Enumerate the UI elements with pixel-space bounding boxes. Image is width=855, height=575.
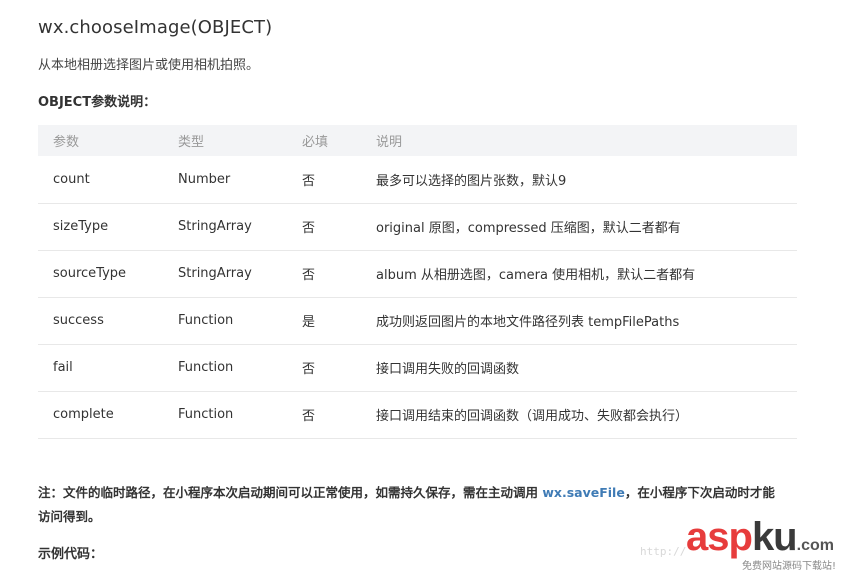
table-row: fail Function 否 接口调用失败的回调函数 <box>38 344 797 392</box>
watermark-url: http:// <box>640 545 687 558</box>
param-description: 接口调用失败的回调函数 <box>376 344 797 392</box>
doc-page: wx.chooseImage(OBJECT) 从本地相册选择图片或使用相机拍照。… <box>0 0 855 575</box>
watermark-logo-ku: ku <box>751 515 798 559</box>
param-required: 否 <box>302 156 376 204</box>
param-description: 成功则返回图片的本地文件路径列表 tempFilePaths <box>376 297 797 345</box>
param-name: success <box>38 297 178 345</box>
param-required: 是 <box>302 297 376 345</box>
param-type: Function <box>178 344 302 392</box>
api-title: wx.chooseImage(OBJECT) <box>38 17 273 38</box>
table-row: count Number 否 最多可以选择的图片张数，默认9 <box>38 156 797 204</box>
table-row: sourceType StringArray 否 album 从相册选图，cam… <box>38 250 797 298</box>
param-name: complete <box>38 391 178 439</box>
param-type: StringArray <box>178 203 302 251</box>
param-name: sizeType <box>38 203 178 251</box>
param-description: 接口调用结束的回调函数（调用成功、失败都会执行） <box>376 391 797 439</box>
param-description: album 从相册选图，camera 使用相机，默认二者都有 <box>376 250 797 298</box>
header-param: 参数 <box>53 135 80 150</box>
note-text-before: 注：文件的临时路径，在小程序本次启动期间可以正常使用，如需持久保存，需在主动调用 <box>38 485 543 500</box>
save-file-link[interactable]: wx.saveFile <box>542 485 624 500</box>
header-description: 说明 <box>376 135 403 150</box>
param-required: 否 <box>302 203 376 251</box>
params-table: 参数 类型 必填 说明 count Number 否 最多可以选择的图片张数，默… <box>38 125 797 439</box>
api-description: 从本地相册选择图片或使用相机拍照。 <box>38 58 260 73</box>
param-type: Function <box>178 391 302 439</box>
table-row: success Function 是 成功则返回图片的本地文件路径列表 temp… <box>38 297 797 345</box>
param-type: Number <box>178 156 302 204</box>
param-name: fail <box>38 344 178 392</box>
param-required: 否 <box>302 344 376 392</box>
watermark-logo-com: .com <box>796 537 834 554</box>
table-header-row: 参数 类型 必填 说明 <box>38 125 797 156</box>
param-required: 否 <box>302 250 376 298</box>
table-row: sizeType StringArray 否 original 原图，compr… <box>38 203 797 251</box>
param-required: 否 <box>302 391 376 439</box>
watermark-subtitle: 免费网站源码下载站! <box>742 561 837 572</box>
table-row: complete Function 否 接口调用结束的回调函数（调用成功、失败都… <box>38 391 797 439</box>
watermark-logo-asp: asp <box>686 515 753 559</box>
param-type: StringArray <box>178 250 302 298</box>
temp-path-note: 注：文件的临时路径，在小程序本次启动期间可以正常使用，如需持久保存，需在主动调用… <box>38 481 778 529</box>
param-description: 最多可以选择的图片张数，默认9 <box>376 156 797 204</box>
params-section-label: OBJECT参数说明： <box>38 95 157 110</box>
header-required: 必填 <box>302 135 329 150</box>
header-type: 类型 <box>178 135 205 150</box>
param-name: count <box>38 156 178 204</box>
param-name: sourceType <box>38 250 178 298</box>
example-code-label: 示例代码： <box>38 547 104 562</box>
param-description: original 原图，compressed 压缩图，默认二者都有 <box>376 203 797 251</box>
param-type: Function <box>178 297 302 345</box>
